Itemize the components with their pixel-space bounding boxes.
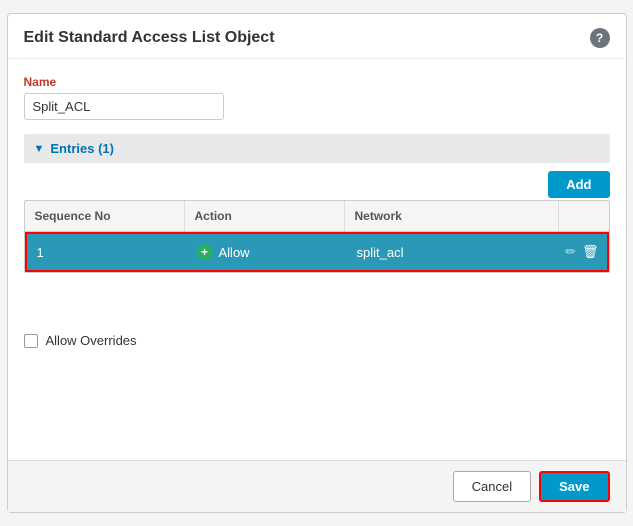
cell-action: + Allow: [187, 234, 347, 270]
col-sequence: Sequence No: [25, 201, 185, 231]
dialog-body: Name ▼ Entries (1) Add Sequence No Actio…: [8, 59, 626, 460]
add-btn-row: Add: [24, 171, 610, 198]
dialog-header: Edit Standard Access List Object ?: [8, 14, 626, 59]
save-button[interactable]: Save: [539, 471, 609, 502]
allow-icon: +: [197, 244, 213, 260]
allow-overrides-label: Allow Overrides: [46, 333, 137, 348]
table-header: Sequence No Action Network: [25, 201, 609, 232]
edit-dialog: Edit Standard Access List Object ? Name …: [7, 13, 627, 513]
cell-network: split_acl: [347, 235, 557, 270]
dialog-footer: Cancel Save: [8, 460, 626, 512]
dialog-title: Edit Standard Access List Object: [24, 29, 275, 47]
action-label: Allow: [219, 245, 250, 260]
cell-sequence: 1: [27, 235, 187, 270]
edit-row-icon[interactable]: ✏: [565, 244, 576, 260]
name-label: Name: [24, 75, 610, 89]
entries-label: Entries: [50, 141, 94, 156]
col-actions: [559, 201, 609, 231]
help-icon[interactable]: ?: [590, 28, 610, 48]
entries-arrow-icon: ▼: [34, 143, 45, 155]
row-actions: ✏ 🗑: [557, 234, 607, 270]
table-row: 1 + Allow split_acl ✏ 🗑: [25, 232, 609, 272]
allow-overrides-row: Allow Overrides: [24, 333, 610, 348]
entries-table: Sequence No Action Network 1 + Allow spl…: [24, 200, 610, 273]
col-network: Network: [345, 201, 559, 231]
cancel-button[interactable]: Cancel: [453, 471, 531, 502]
entries-header: ▼ Entries (1): [24, 134, 610, 163]
allow-overrides-checkbox[interactable]: [24, 334, 38, 348]
entries-count: (1): [94, 141, 114, 156]
entries-section: ▼ Entries (1) Add Sequence No Action Net…: [24, 134, 610, 273]
delete-row-icon[interactable]: 🗑: [582, 244, 599, 260]
col-action: Action: [185, 201, 345, 231]
name-input[interactable]: [24, 93, 224, 120]
add-button[interactable]: Add: [548, 171, 609, 198]
